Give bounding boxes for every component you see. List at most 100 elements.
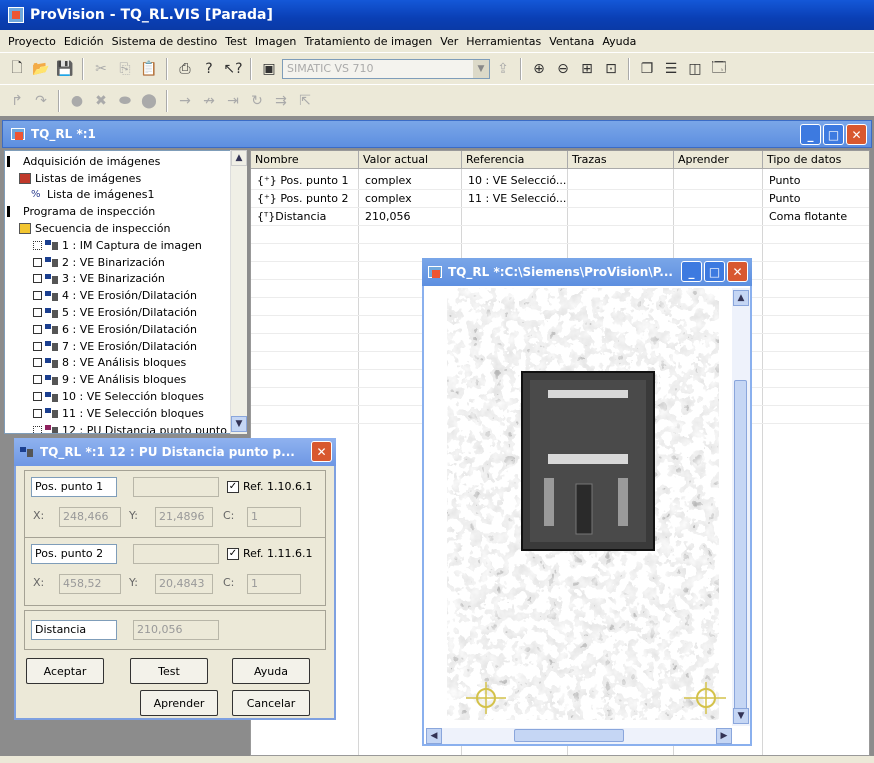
inspection-tree[interactable]: Adquisición de imágenes Listas de imágen…	[4, 150, 247, 434]
step-into-icon[interactable]: ↱	[6, 90, 28, 112]
device-combo[interactable]: SIMATIC VS 710 ▼	[282, 58, 490, 79]
tree-step[interactable]: 6 : VE Erosión/Dilatación	[7, 321, 246, 338]
stop-icon[interactable]: ⬤	[138, 90, 160, 112]
save-icon[interactable]: 💾	[54, 58, 76, 80]
tree-step[interactable]: 2 : VE Binarización	[7, 254, 246, 271]
scroll-up-icon[interactable]: ▲	[733, 290, 749, 306]
image-horizontal-scrollbar[interactable]: ◀ ▶	[426, 728, 732, 744]
help-button[interactable]: Ayuda	[232, 658, 310, 684]
cascade-icon[interactable]: ❐	[636, 58, 658, 80]
column-header[interactable]: Nombre	[251, 151, 359, 169]
tree-step[interactable]: 11 : VE Selección bloques	[7, 405, 246, 422]
step-checkbox[interactable]	[33, 375, 42, 385]
tree-item[interactable]: Listas de imágenes	[7, 170, 246, 187]
cancel-button[interactable]: Cancelar	[232, 690, 310, 716]
scroll-down-icon[interactable]: ▼	[231, 416, 247, 432]
tree-step[interactable]: 3 : VE Binarización	[7, 271, 246, 288]
scroll-right-icon[interactable]: ▶	[716, 728, 732, 744]
copy-icon[interactable]: ⎘	[114, 58, 136, 80]
maximize-icon[interactable]: □	[823, 124, 844, 145]
image-window-title-bar[interactable]: TQ_RL *:C:\Siemens\ProVision\P... _ □ ✕	[422, 258, 752, 286]
dialog-title-bar[interactable]: TQ_RL *:1 12 : PU Distancia punto p... ✕	[14, 438, 336, 466]
menu-test[interactable]: Test	[221, 35, 251, 48]
reset-icon[interactable]: ⇱	[294, 90, 316, 112]
zoom-out-icon[interactable]: ⊖	[552, 58, 574, 80]
toggle-breakpoint-icon[interactable]: ⬬	[114, 90, 136, 112]
new-file-icon[interactable]: 🗋	[6, 58, 28, 80]
table-cell[interactable]: Punto	[765, 190, 804, 207]
menu-ver[interactable]: Ver	[436, 35, 462, 48]
step-checkbox[interactable]	[33, 358, 42, 368]
minimize-icon[interactable]: _	[800, 124, 821, 145]
column-header[interactable]: Aprender	[674, 151, 763, 169]
step-checkbox[interactable]	[33, 341, 42, 351]
breakpoint-icon[interactable]: ●	[66, 90, 88, 112]
column-header[interactable]: Trazas	[568, 151, 674, 169]
tree-step[interactable]: 4 : VE Erosión/Dilatación	[7, 287, 246, 304]
device-icon[interactable]: ▣	[258, 58, 280, 80]
table-cell[interactable]: {ᵀ}Distancia	[253, 208, 330, 225]
menu-herramientas[interactable]: Herramientas	[462, 35, 545, 48]
test-button[interactable]: Test	[130, 658, 208, 684]
tile-horizontal-icon[interactable]: ☰	[660, 58, 682, 80]
learn-button[interactable]: Aprender	[140, 690, 218, 716]
horizontal-scroll-thumb[interactable]	[514, 729, 624, 742]
tree-step-selected[interactable]: 12 : PU Distancia punto punto	[7, 422, 246, 433]
help-icon[interactable]: ?	[198, 58, 220, 80]
tree-step[interactable]: 10 : VE Selección bloques	[7, 388, 246, 405]
table-cell[interactable]: {⁺} Pos. punto 1	[253, 172, 352, 189]
table-cell[interactable]: 210,056	[361, 208, 415, 225]
menu-proyecto[interactable]: Proyecto	[4, 35, 60, 48]
menu-ayuda[interactable]: Ayuda	[598, 35, 640, 48]
clear-breakpoint-icon[interactable]: ✖	[90, 90, 112, 112]
step-checkbox[interactable]	[33, 425, 42, 433]
context-help-icon[interactable]: ↖?	[222, 58, 244, 80]
point1-ref-checkbox[interactable]: ✓ Ref. 1.10.6.1	[227, 480, 312, 493]
tree-step[interactable]: 5 : VE Erosión/Dilatación	[7, 304, 246, 321]
table-cell[interactable]: 11 : VE Selecció...	[464, 190, 570, 207]
table-cell[interactable]: Coma flotante	[765, 208, 851, 225]
tree-item[interactable]: Adquisición de imágenes	[7, 153, 246, 170]
tile-vertical-icon[interactable]: ◫	[684, 58, 706, 80]
column-header[interactable]: Referencia	[462, 151, 568, 169]
menu-sistema-de-destino[interactable]: Sistema de destino	[108, 35, 222, 48]
table-cell[interactable]: Punto	[765, 172, 804, 189]
grid-icon[interactable]: ⊞	[576, 58, 598, 80]
tree-step[interactable]: 1 : IM Captura de imagen	[7, 237, 246, 254]
chevron-down-icon[interactable]: ▼	[473, 59, 489, 78]
vertical-scroll-thumb[interactable]	[734, 380, 747, 716]
inspection-image[interactable]	[426, 288, 732, 726]
table-cell[interactable]: complex	[361, 190, 416, 207]
scroll-down-icon[interactable]: ▼	[733, 708, 749, 724]
close-icon[interactable]: ✕	[311, 441, 332, 462]
maximize-icon[interactable]: □	[704, 261, 725, 282]
tree-step[interactable]: 8 : VE Análisis bloques	[7, 355, 246, 372]
column-header[interactable]: Tipo de datos	[763, 151, 871, 169]
tree-scrollbar[interactable]: ▲ ▼	[230, 150, 247, 434]
step-checkbox[interactable]	[33, 324, 42, 334]
paste-icon[interactable]: 📋	[138, 58, 160, 80]
upload-icon[interactable]: ⇪	[492, 58, 514, 80]
accept-button[interactable]: Aceptar	[26, 658, 104, 684]
menu-imagen[interactable]: Imagen	[251, 35, 300, 48]
tree-item[interactable]: Programa de inspección	[7, 203, 246, 220]
step-checkbox[interactable]	[33, 308, 42, 318]
image-vertical-scrollbar[interactable]: ▲ ▼	[732, 288, 750, 726]
run-all-icon[interactable]: ⇉	[270, 90, 292, 112]
scroll-left-icon[interactable]: ◀	[426, 728, 442, 744]
run-icon[interactable]: →	[174, 90, 196, 112]
tree-step[interactable]: 7 : VE Erosión/Dilatación	[7, 338, 246, 355]
fit-icon[interactable]: ⊡	[600, 58, 622, 80]
print-icon[interactable]: ⎙	[174, 58, 196, 80]
point2-ref-checkbox[interactable]: ✓ Ref. 1.11.6.1	[227, 547, 312, 560]
scroll-up-icon[interactable]: ▲	[231, 150, 247, 166]
cut-icon[interactable]: ✂	[90, 58, 112, 80]
table-cell[interactable]: complex	[361, 172, 416, 189]
close-icon[interactable]: ✕	[846, 124, 867, 145]
jump-icon[interactable]: ⇥	[222, 90, 244, 112]
step-checkbox[interactable]	[33, 408, 42, 418]
step-over-icon[interactable]: ↷	[30, 90, 52, 112]
distance-name-field[interactable]: Distancia	[31, 620, 117, 640]
tree-item[interactable]: % Lista de imágenes1	[7, 187, 246, 204]
menu-ventana[interactable]: Ventana	[545, 35, 598, 48]
